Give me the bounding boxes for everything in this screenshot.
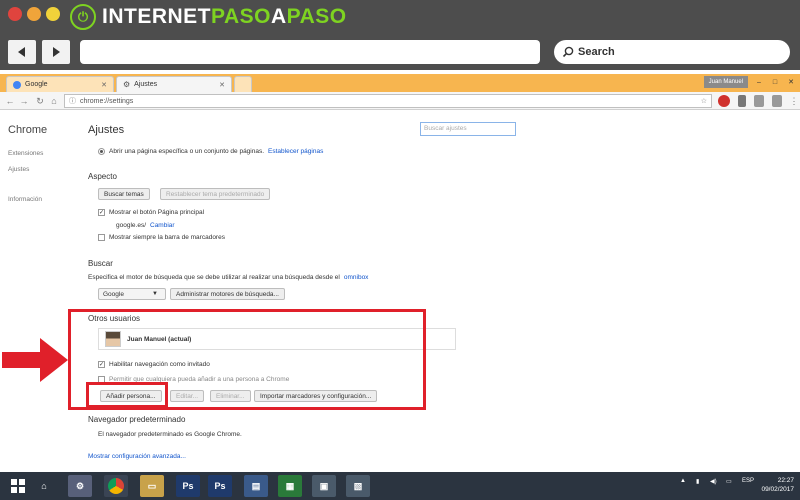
- search-engine-select[interactable]: Google ▼: [98, 288, 166, 300]
- highlight-box-add-person: [86, 382, 168, 408]
- profile-button[interactable]: Juan Manuel: [703, 76, 748, 88]
- photoshop-icon[interactable]: Ps: [176, 475, 200, 497]
- startup-option[interactable]: Abrir una página específica o un conjunt…: [98, 148, 323, 155]
- omnibox-link[interactable]: omnibox: [344, 274, 369, 281]
- language-indicator[interactable]: ESP: [742, 478, 754, 484]
- chevron-down-icon: ▼: [151, 291, 158, 297]
- extension-icon[interactable]: [772, 95, 782, 107]
- search-heading: Buscar: [88, 259, 113, 268]
- bookmarks-bar-option[interactable]: Mostrar siempre la barra de marcadores: [98, 234, 225, 241]
- clock-time: 22:27: [777, 477, 794, 484]
- network-icon[interactable]: ▮: [696, 478, 699, 485]
- menu-icon[interactable]: ⋮: [788, 95, 800, 107]
- tab-label: Ajustes: [134, 81, 158, 88]
- url-text: chrome://settings: [80, 97, 134, 105]
- brand-logo: ⏻ INTERNETPASOAPASO: [70, 4, 347, 30]
- reset-theme-button[interactable]: Restablecer tema predeterminado: [160, 188, 271, 200]
- arrow-right-icon: [2, 338, 68, 382]
- maximize-icon[interactable]: □: [768, 76, 782, 88]
- sidebar-item-extensions[interactable]: Extensiones: [8, 150, 43, 157]
- google-icon: [13, 80, 21, 89]
- taskbar: ⌂ ⚙ ▭ Ps Ps ▤ ▦ ▣ ▧ ▲ ▮ ◀) ▭ ESP 22:27 0…: [0, 472, 800, 500]
- tab-ajustes[interactable]: ⚙ Ajustes ✕: [116, 76, 232, 92]
- tray-arrow-icon[interactable]: ▲: [680, 478, 686, 484]
- minimize-dot-icon[interactable]: [27, 7, 41, 21]
- appearance-heading: Aspecto: [88, 172, 117, 181]
- home-button-option[interactable]: Mostrar el botón Página principal: [98, 209, 204, 216]
- clock-date: 09/02/2017: [761, 486, 794, 493]
- default-browser-status: El navegador predeterminado es Google Ch…: [98, 431, 242, 438]
- frame-search-input[interactable]: Search: [554, 40, 790, 64]
- default-browser-heading: Navegador predeterminado: [88, 415, 186, 424]
- extension-icon[interactable]: [738, 95, 746, 107]
- sidebar-item-settings[interactable]: Ajustes: [8, 166, 29, 173]
- home-icon[interactable]: ⌂: [48, 95, 60, 107]
- address-bar[interactable]: ⓘ chrome://settings ☆: [64, 94, 712, 108]
- site-nav-bar: Search: [0, 36, 800, 70]
- chrome-toolbar: ← → ↻ ⌂ ⓘ chrome://settings ☆ ⋮: [0, 92, 800, 110]
- search-description: Especifica el motor de búsqueda que se d…: [88, 274, 369, 281]
- triangle-right-icon: [53, 47, 60, 57]
- gear-icon: ⚙: [123, 80, 131, 89]
- back-arrow-icon[interactable]: ←: [4, 95, 16, 107]
- radio-selected[interactable]: [98, 148, 105, 155]
- reload-icon[interactable]: ↻: [34, 95, 46, 107]
- spreadsheet-icon[interactable]: ▦: [278, 475, 302, 497]
- checkbox-unchecked[interactable]: [98, 234, 105, 241]
- chrome-tab-strip: Google ✕ ⚙ Ajustes ✕ Juan Manuel – □ ✕: [0, 74, 800, 92]
- sidebar-item-about[interactable]: Información: [8, 196, 42, 203]
- frame-address-input[interactable]: [80, 40, 540, 64]
- maximize-dot-icon[interactable]: [46, 7, 60, 21]
- star-icon[interactable]: ☆: [701, 97, 707, 105]
- new-tab-button[interactable]: [234, 76, 252, 92]
- search-icon: [562, 46, 574, 58]
- settings-search-input[interactable]: Buscar ajustes: [420, 122, 516, 136]
- save-icon[interactable]: ▤: [244, 475, 268, 497]
- site-header: ⏻ INTERNETPASOAPASO: [0, 0, 800, 36]
- search-label: Search: [578, 46, 615, 58]
- settings-gear-icon[interactable]: ⚙: [68, 475, 92, 497]
- close-tab-icon[interactable]: ✕: [219, 81, 225, 89]
- close-window-icon[interactable]: ✕: [784, 76, 798, 88]
- show-advanced-link[interactable]: Mostrar configuración avanzada...: [88, 453, 186, 460]
- image-editor-icon[interactable]: ▧: [346, 475, 370, 497]
- minimize-icon[interactable]: –: [752, 76, 766, 88]
- battery-icon[interactable]: ▭: [726, 478, 732, 485]
- get-themes-button[interactable]: Buscar temas: [98, 188, 150, 200]
- sidebar-title: Chrome: [8, 124, 48, 136]
- tab-google[interactable]: Google ✕: [6, 76, 114, 92]
- windows-start-icon[interactable]: [6, 475, 30, 497]
- adblock-icon[interactable]: [718, 95, 730, 107]
- triangle-left-icon: [18, 47, 25, 57]
- change-home-link[interactable]: Cambiar: [150, 222, 175, 229]
- brand-name: INTERNETPASOAPASO: [102, 5, 347, 28]
- forward-arrow-icon[interactable]: →: [18, 95, 30, 107]
- clock[interactable]: 22:27 09/02/2017: [761, 476, 794, 494]
- checkbox-checked[interactable]: [98, 209, 105, 216]
- forward-button[interactable]: [42, 40, 70, 64]
- home-icon[interactable]: ⌂: [32, 475, 56, 497]
- image-viewer-icon[interactable]: ▣: [312, 475, 336, 497]
- extension-icon[interactable]: [754, 95, 764, 107]
- chrome-icon[interactable]: [104, 475, 128, 497]
- power-icon: ⏻: [70, 4, 96, 30]
- folder-icon[interactable]: ▭: [140, 475, 164, 497]
- tab-label: Google: [25, 81, 48, 88]
- photoshop-icon-2[interactable]: Ps: [208, 475, 232, 497]
- close-tab-icon[interactable]: ✕: [101, 81, 107, 89]
- back-button[interactable]: [8, 40, 36, 64]
- set-pages-link[interactable]: Establecer páginas: [268, 148, 323, 155]
- volume-icon[interactable]: ◀): [710, 478, 717, 485]
- settings-sidebar: Chrome Extensiones Ajustes Información: [0, 110, 80, 472]
- manage-search-engines-button[interactable]: Administrar motores de búsqueda...: [170, 288, 285, 300]
- page-title: Ajustes: [88, 124, 125, 136]
- close-dot-icon[interactable]: [8, 7, 22, 21]
- info-icon: ⓘ: [69, 98, 76, 105]
- home-page-row: google.es/ Cambiar: [116, 222, 175, 229]
